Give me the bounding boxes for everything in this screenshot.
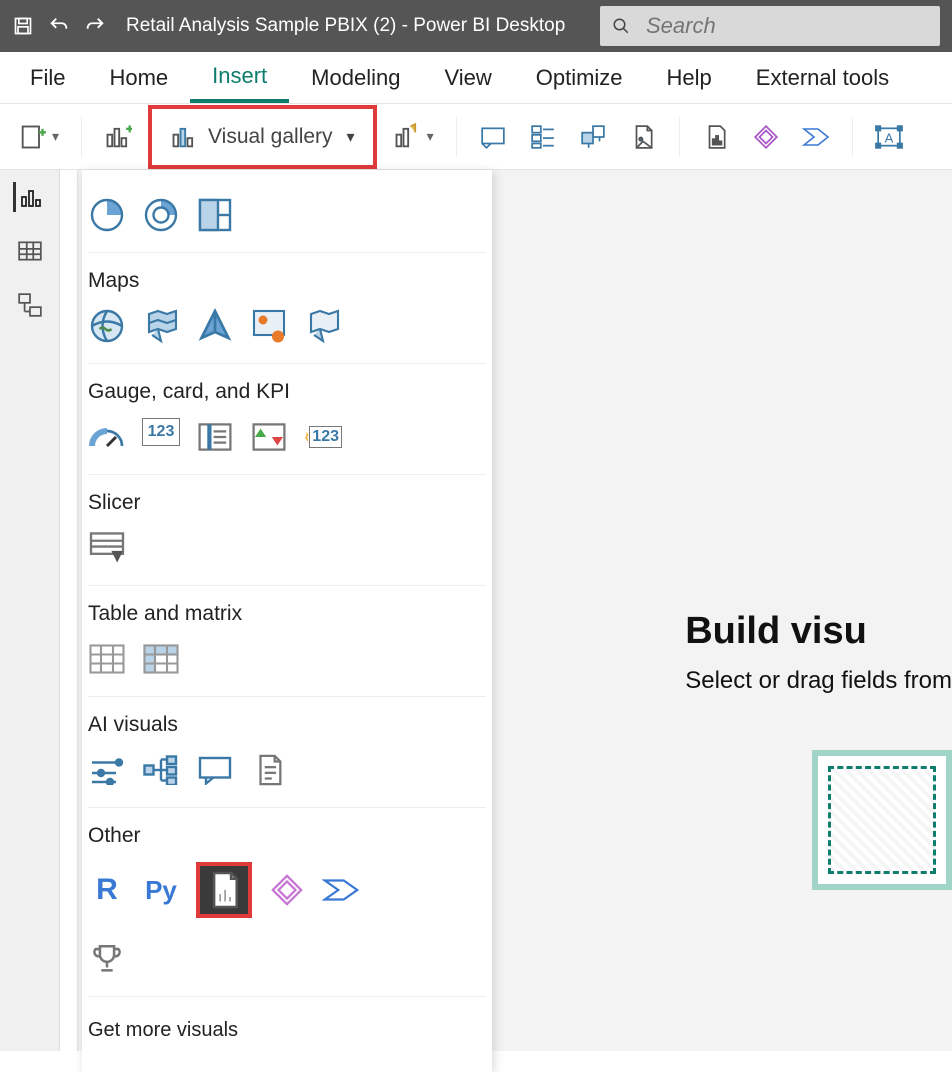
kpi-icon[interactable] bbox=[250, 418, 288, 456]
menu-external-tools[interactable]: External tools bbox=[734, 52, 911, 103]
paginated-report-visual-icon[interactable] bbox=[196, 862, 252, 918]
power-automate-icon bbox=[802, 123, 830, 151]
menu-view[interactable]: View bbox=[422, 52, 513, 103]
separator bbox=[679, 117, 680, 157]
menu-modeling[interactable]: Modeling bbox=[289, 52, 422, 103]
qa-icon[interactable] bbox=[196, 751, 234, 789]
save-icon[interactable] bbox=[12, 15, 34, 37]
chevron-down-icon: ▾ bbox=[347, 127, 355, 147]
shape-map-icon[interactable] bbox=[304, 307, 342, 345]
canvas-heading: Build visu bbox=[685, 610, 952, 653]
power-automate-button[interactable] bbox=[796, 115, 836, 159]
menu-home[interactable]: Home bbox=[87, 52, 190, 103]
text-box-icon bbox=[479, 123, 507, 151]
trophy-icon[interactable] bbox=[88, 940, 126, 978]
redo-icon[interactable] bbox=[84, 15, 106, 37]
menu-optimize[interactable]: Optimize bbox=[514, 52, 645, 103]
filled-map-icon[interactable] bbox=[142, 307, 180, 345]
separator bbox=[852, 117, 853, 157]
section-table: Table and matrix bbox=[88, 596, 486, 636]
get-more-visuals-link[interactable]: Get more visuals bbox=[88, 997, 486, 1042]
section-ai: AI visuals bbox=[88, 707, 486, 747]
search-box[interactable] bbox=[600, 6, 940, 46]
visual-gallery-label: Visual gallery bbox=[208, 125, 333, 149]
image-icon bbox=[629, 123, 657, 151]
shapes-button[interactable] bbox=[573, 115, 613, 159]
titlebar: Retail Analysis Sample PBIX (2) - Power … bbox=[0, 0, 952, 52]
new-visual-button[interactable] bbox=[98, 115, 138, 159]
left-rail bbox=[0, 170, 60, 1051]
text-box-button[interactable] bbox=[473, 115, 513, 159]
canvas-left-strip bbox=[60, 170, 78, 1051]
r-visual-icon[interactable]: R bbox=[88, 871, 126, 909]
decomposition-tree-icon[interactable] bbox=[142, 751, 180, 789]
visual-gallery-dropdown: Maps Gauge, card, and KPI 123 123 Slicer… bbox=[82, 170, 492, 1072]
section-other: Other bbox=[88, 818, 486, 858]
menu-insert[interactable]: Insert bbox=[190, 52, 289, 103]
slicer-icon[interactable] bbox=[88, 529, 126, 567]
placeholder-inner bbox=[828, 766, 936, 874]
section-maps: Maps bbox=[88, 263, 486, 303]
separator bbox=[456, 117, 457, 157]
table-view-icon[interactable] bbox=[15, 236, 45, 266]
toolbar: ▾ Visual gallery ▾ ▾ A bbox=[0, 104, 952, 170]
separator bbox=[81, 117, 82, 157]
more-visuals-icon bbox=[393, 123, 421, 151]
map-icon[interactable] bbox=[88, 307, 126, 345]
donut-chart-icon[interactable] bbox=[142, 196, 180, 234]
power-apps-button[interactable] bbox=[746, 115, 786, 159]
pie-chart-icon[interactable] bbox=[88, 196, 126, 234]
menu-help[interactable]: Help bbox=[645, 52, 734, 103]
arcgis-map-icon[interactable] bbox=[250, 307, 288, 345]
power-apps-visual-icon[interactable] bbox=[268, 871, 306, 909]
canvas-subtext: Select or drag fields from bbox=[685, 667, 952, 695]
new-visual-icon bbox=[104, 123, 132, 151]
undo-icon[interactable] bbox=[48, 15, 70, 37]
section-gauge: Gauge, card, and KPI bbox=[88, 374, 486, 414]
paginated-report-icon bbox=[702, 123, 730, 151]
shapes-icon bbox=[579, 123, 607, 151]
power-automate-visual-icon[interactable] bbox=[322, 871, 360, 909]
power-apps-icon bbox=[752, 123, 780, 151]
sparkline-icon: A bbox=[875, 123, 903, 151]
card-new-icon[interactable]: 123 bbox=[304, 418, 342, 456]
gauge-icon[interactable] bbox=[88, 418, 126, 456]
new-page-button[interactable]: ▾ bbox=[12, 115, 65, 159]
python-visual-icon[interactable]: Py bbox=[142, 871, 180, 909]
smart-narrative-icon[interactable] bbox=[250, 751, 288, 789]
search-icon bbox=[612, 17, 630, 35]
multi-row-card-icon[interactable] bbox=[196, 418, 234, 456]
more-visuals-button[interactable]: ▾ bbox=[387, 115, 440, 159]
visual-gallery-button[interactable]: Visual gallery ▾ bbox=[148, 105, 377, 169]
report-view-icon[interactable] bbox=[13, 182, 43, 212]
treemap-icon[interactable] bbox=[196, 196, 234, 234]
section-slicer: Slicer bbox=[88, 485, 486, 525]
model-view-icon[interactable] bbox=[15, 290, 45, 320]
azure-map-icon[interactable] bbox=[196, 307, 234, 345]
svg-text:A: A bbox=[884, 130, 893, 145]
new-page-icon bbox=[18, 123, 46, 151]
key-influencers-icon[interactable] bbox=[88, 751, 126, 789]
paginated-report-button[interactable] bbox=[696, 115, 736, 159]
menubar: File Home Insert Modeling View Optimize … bbox=[0, 52, 952, 104]
visual-placeholder[interactable] bbox=[812, 750, 952, 890]
search-input[interactable] bbox=[644, 12, 940, 40]
buttons-icon bbox=[529, 123, 557, 151]
table-icon[interactable] bbox=[88, 640, 126, 678]
card-icon[interactable]: 123 bbox=[142, 418, 180, 446]
matrix-icon[interactable] bbox=[142, 640, 180, 678]
window-title: Retail Analysis Sample PBIX (2) - Power … bbox=[126, 15, 565, 37]
image-button[interactable] bbox=[623, 115, 663, 159]
buttons-button[interactable] bbox=[523, 115, 563, 159]
visual-gallery-icon bbox=[170, 123, 198, 151]
sparkline-button[interactable]: A bbox=[869, 115, 909, 159]
canvas-hint: Build visu Select or drag fields from bbox=[685, 610, 952, 695]
menu-file[interactable]: File bbox=[8, 52, 87, 103]
